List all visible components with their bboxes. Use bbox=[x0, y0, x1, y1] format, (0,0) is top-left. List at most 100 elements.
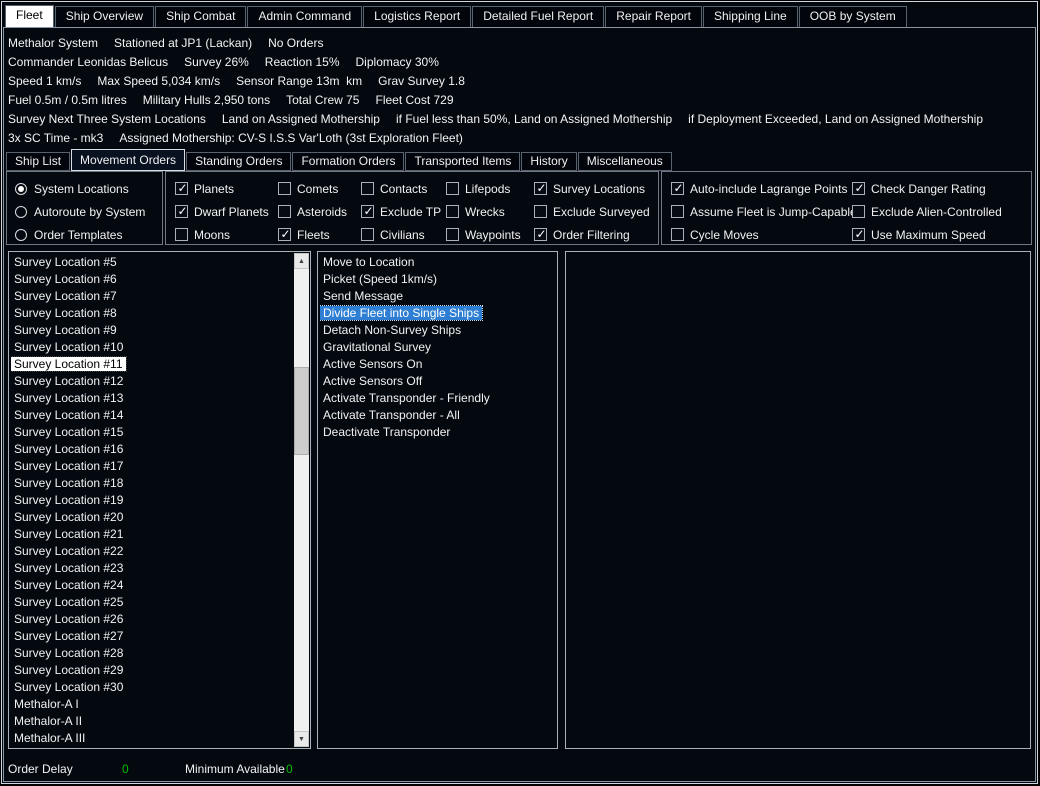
location-item[interactable]: Survey Location #30 bbox=[11, 679, 293, 696]
main-tab[interactable]: OOB by System bbox=[798, 6, 907, 27]
order-item[interactable]: Divide Fleet into Single Ships bbox=[320, 305, 555, 322]
scrollbar-thumb[interactable] bbox=[294, 367, 309, 455]
location-item[interactable]: Methalor-A III bbox=[11, 730, 293, 747]
location-item[interactable]: Survey Location #22 bbox=[11, 543, 293, 560]
location-item[interactable]: Survey Location #26 bbox=[11, 611, 293, 628]
sub-tab[interactable]: Movement Orders bbox=[71, 149, 186, 171]
location-item[interactable]: Survey Location #28 bbox=[11, 645, 293, 662]
filter-checkbox[interactable]: Moons bbox=[175, 223, 269, 246]
sub-tab[interactable]: Transported Items bbox=[405, 152, 521, 171]
main-tab[interactable]: Detailed Fuel Report bbox=[472, 6, 605, 27]
location-item[interactable]: Survey Location #19 bbox=[11, 492, 293, 509]
radio-option[interactable]: System Locations bbox=[15, 177, 145, 200]
option-checkbox[interactable]: Auto-include Lagrange Points bbox=[671, 177, 857, 200]
location-item[interactable]: Survey Location #7 bbox=[11, 288, 293, 305]
main-tab[interactable]: Repair Report bbox=[605, 6, 702, 27]
location-item[interactable]: Survey Location #14 bbox=[11, 407, 293, 424]
main-tab[interactable]: Ship Overview bbox=[54, 6, 155, 27]
location-item[interactable]: Survey Location #20 bbox=[11, 509, 293, 526]
display-mode-group: System Locations Autoroute by System Ord… bbox=[6, 171, 163, 245]
assigned-orders-list[interactable] bbox=[565, 251, 1031, 749]
filter-checkbox[interactable]: Comets bbox=[278, 177, 347, 200]
option-checkbox[interactable]: Cycle Moves bbox=[671, 223, 857, 246]
order-item[interactable]: Detach Non-Survey Ships bbox=[320, 322, 555, 339]
checkbox-label: Assume Fleet is Jump-Capable bbox=[690, 204, 857, 219]
order-item[interactable]: Picket (Speed 1km/s) bbox=[320, 271, 555, 288]
location-item[interactable]: Survey Location #17 bbox=[11, 458, 293, 475]
location-item[interactable]: Methalor-A II bbox=[11, 713, 293, 730]
location-item[interactable]: Survey Location #25 bbox=[11, 594, 293, 611]
order-item[interactable]: Activate Transponder - All bbox=[320, 407, 555, 424]
option-checkbox[interactable]: Use Maximum Speed bbox=[852, 223, 1002, 246]
option-checkbox[interactable]: Check Danger Rating bbox=[852, 177, 1002, 200]
main-tab[interactable]: Fleet bbox=[5, 5, 54, 27]
filter-checkbox[interactable]: Contacts bbox=[361, 177, 441, 200]
location-item[interactable]: Survey Location #12 bbox=[11, 373, 293, 390]
location-item[interactable]: Survey Location #16 bbox=[11, 441, 293, 458]
system-locations-list[interactable]: Survey Location #5 Survey Location #6 Su… bbox=[8, 251, 311, 749]
location-item[interactable]: Survey Location #10 bbox=[11, 339, 293, 356]
checkbox-icon bbox=[278, 228, 292, 241]
order-item[interactable]: Send Message bbox=[320, 288, 555, 305]
filter-checkbox[interactable]: Wrecks bbox=[446, 200, 521, 223]
filter-checkbox[interactable]: Exclude Surveyed bbox=[534, 200, 650, 223]
location-item[interactable]: Survey Location #11 bbox=[11, 356, 293, 373]
sub-tab[interactable]: Miscellaneous bbox=[577, 152, 672, 171]
filter-checkbox[interactable]: Survey Locations bbox=[534, 177, 650, 200]
filter-checkbox[interactable]: Order Filtering bbox=[534, 223, 650, 246]
location-item[interactable]: Survey Location #5 bbox=[11, 254, 293, 271]
main-tab[interactable]: Ship Combat bbox=[155, 6, 247, 27]
sub-tab[interactable]: Standing Orders bbox=[186, 152, 292, 171]
scrollbar-track[interactable] bbox=[294, 269, 309, 731]
location-item[interactable]: Survey Location #6 bbox=[11, 271, 293, 288]
checkbox-label: Exclude Surveyed bbox=[553, 204, 650, 219]
location-item[interactable]: Methalor-A I bbox=[11, 696, 293, 713]
order-item[interactable]: Active Sensors Off bbox=[320, 373, 555, 390]
scroll-up-icon[interactable]: ▲ bbox=[294, 253, 309, 269]
checkbox-icon bbox=[446, 228, 459, 241]
filter-checkbox[interactable]: Fleets bbox=[278, 223, 347, 246]
filter-checkbox[interactable]: Waypoints bbox=[446, 223, 521, 246]
filter-checkbox[interactable]: Lifepods bbox=[446, 177, 521, 200]
location-item[interactable]: Survey Location #13 bbox=[11, 390, 293, 407]
radio-option[interactable]: Order Templates bbox=[15, 223, 145, 246]
location-item[interactable]: Survey Location #27 bbox=[11, 628, 293, 645]
order-item[interactable]: Deactivate Transponder bbox=[320, 424, 555, 441]
location-item[interactable]: Survey Location #8 bbox=[11, 305, 293, 322]
summary-line-4: Fuel 0.5m / 0.5m litres Military Hulls 2,… bbox=[8, 90, 1031, 109]
scroll-down-icon[interactable]: ▼ bbox=[294, 731, 309, 747]
summary-line-6: 3x SC Time - mk3 Assigned Mothership: CV-… bbox=[8, 128, 1031, 147]
location-item[interactable]: Survey Location #18 bbox=[11, 475, 293, 492]
checkbox-label: Survey Locations bbox=[553, 181, 646, 196]
location-item[interactable]: Survey Location #9 bbox=[11, 322, 293, 339]
available-orders-list[interactable]: Move to Location Picket (Speed 1km/s) Se… bbox=[317, 251, 558, 749]
location-item[interactable]: Survey Location #29 bbox=[11, 662, 293, 679]
filter-checkbox[interactable]: Exclude TP bbox=[361, 200, 441, 223]
location-item[interactable]: Survey Location #21 bbox=[11, 526, 293, 543]
order-item[interactable]: Active Sensors On bbox=[320, 356, 555, 373]
main-tab[interactable]: Shipping Line bbox=[702, 6, 798, 27]
order-item[interactable]: Move to Location bbox=[320, 254, 555, 271]
filter-checkbox[interactable]: Planets bbox=[175, 177, 269, 200]
sub-tab[interactable]: History bbox=[521, 152, 577, 171]
option-checkbox[interactable]: Assume Fleet is Jump-Capable bbox=[671, 200, 857, 223]
location-item[interactable]: Survey Location #24 bbox=[11, 577, 293, 594]
option-checkbox[interactable]: Exclude Alien-Controlled bbox=[852, 200, 1002, 223]
vertical-scrollbar[interactable]: ▲ ▼ bbox=[294, 253, 309, 747]
location-item[interactable]: Survey Location #15 bbox=[11, 424, 293, 441]
filter-checkbox[interactable]: Asteroids bbox=[278, 200, 347, 223]
checkbox-label: Waypoints bbox=[465, 227, 521, 242]
order-item[interactable]: Gravitational Survey bbox=[320, 339, 555, 356]
sub-tab[interactable]: Ship List bbox=[6, 152, 71, 171]
filter-checkbox[interactable]: Dwarf Planets bbox=[175, 200, 269, 223]
checkbox-icon bbox=[852, 182, 866, 195]
location-item[interactable]: Survey Location #23 bbox=[11, 560, 293, 577]
radio-option[interactable]: Autoroute by System bbox=[15, 200, 145, 223]
main-tab[interactable]: Admin Command bbox=[247, 6, 363, 27]
sub-tab[interactable]: Formation Orders bbox=[292, 152, 405, 171]
filter-checkbox[interactable]: Civilians bbox=[361, 223, 441, 246]
checkbox-icon bbox=[175, 228, 188, 241]
order-item[interactable]: Activate Transponder - Friendly bbox=[320, 390, 555, 407]
main-tab[interactable]: Logistics Report bbox=[363, 6, 472, 27]
summary-line-1: Methalor System Stationed at JP1 (Lackan)… bbox=[8, 33, 1031, 52]
